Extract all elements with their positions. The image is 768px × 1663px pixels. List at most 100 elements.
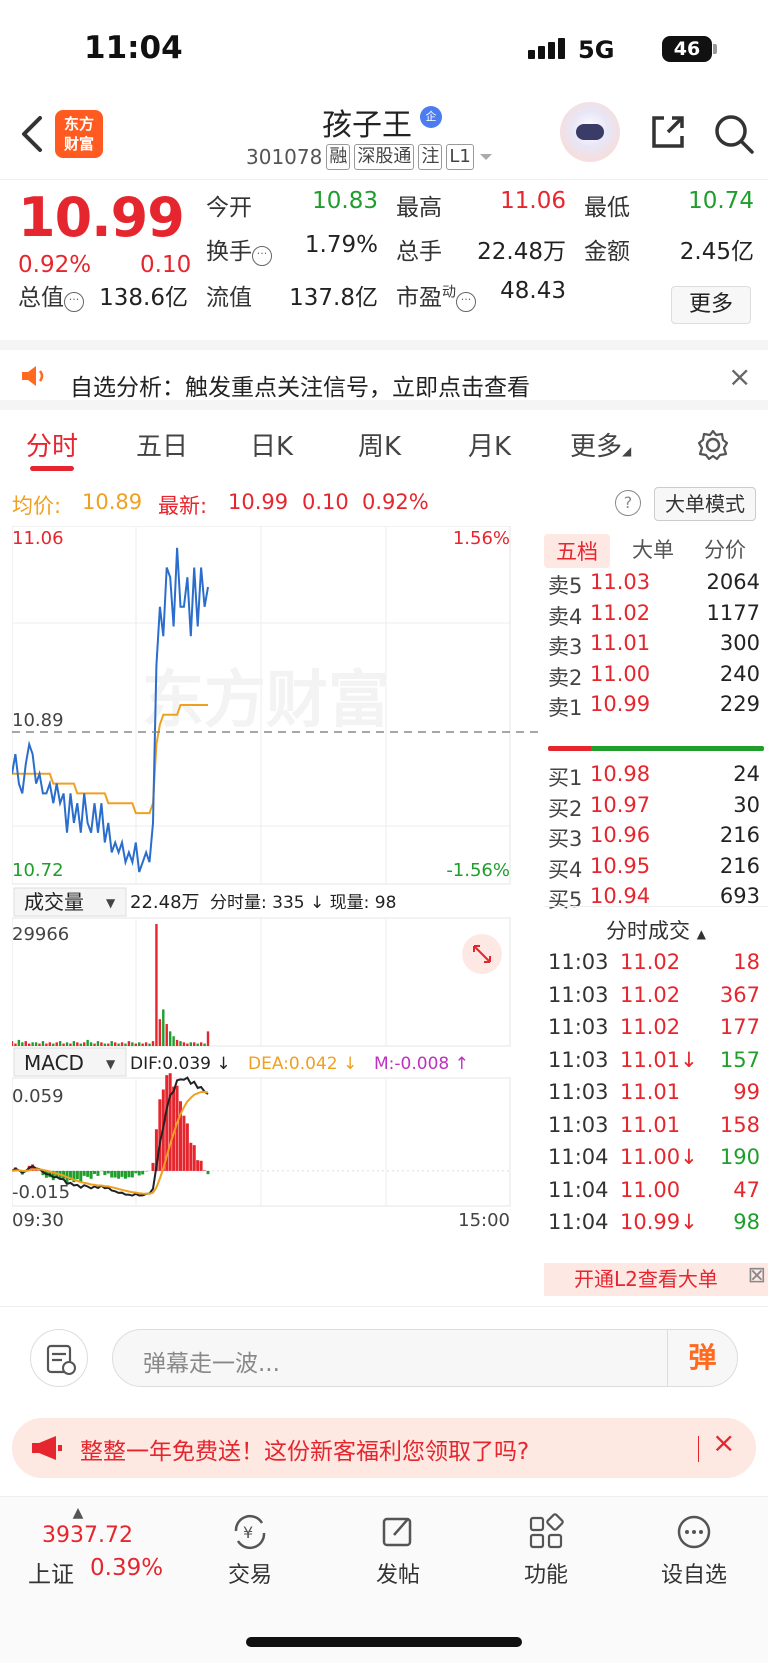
turnover-label: 换手 ···: [206, 232, 272, 266]
megaphone-icon: [32, 1436, 62, 1460]
tab-monthly-k[interactable]: 月K: [468, 426, 511, 463]
volume-bar: [162, 1009, 165, 1046]
settings-gear-icon[interactable]: [696, 428, 730, 462]
volume-bar: [24, 1041, 27, 1046]
volume-bar: [14, 1043, 17, 1046]
quote-panel: 10.99 0.92% 0.10 今开 10.83 最高 11.06 最低 10…: [0, 182, 768, 336]
bid-row[interactable]: 买2 10.97 30: [544, 793, 768, 825]
volume-bar: [72, 1041, 76, 1046]
close-icon[interactable]: ×: [728, 360, 751, 393]
macd-bar: [82, 1170, 86, 1176]
tick-price: 11.02: [620, 1015, 681, 1039]
volume-bar: [86, 1039, 89, 1046]
volume-bar: [189, 1042, 193, 1046]
promo-text: 整整一年免费送！这份新客福利您领取了吗?: [80, 1439, 530, 1465]
chart-canvas[interactable]: 东方财富 11.06 10.89 10.72 1.56% -1.56% 成交量 …: [10, 525, 542, 1306]
macd-bar: [93, 1170, 97, 1174]
tick-volume: 47: [733, 1177, 760, 1202]
order-book: 五档 大单 分价 卖5 11.03 2064 卖4 11.02 1177 卖3 11.01 30…: [544, 526, 768, 1296]
svg-text:¥: ¥: [243, 1523, 253, 1542]
volume-bar: [175, 1039, 179, 1046]
nav-functions[interactable]: 功能: [486, 1513, 606, 1589]
info-dots-icon[interactable]: ···: [64, 292, 84, 312]
bid-row[interactable]: 买4 10.95 216: [544, 854, 768, 886]
volume-bar: [21, 1042, 24, 1046]
share-icon[interactable]: [648, 112, 688, 152]
danmu-send-button[interactable]: 弹: [667, 1330, 737, 1386]
pct-axis-bottom: -1.56%: [446, 860, 510, 881]
stock-name[interactable]: 孩子王: [322, 100, 412, 144]
tick-time: 11:03: [548, 982, 609, 1007]
stock-code-row[interactable]: 301078 融 深股通 注 L1: [246, 144, 494, 170]
bid-row[interactable]: 买1 10.98 24: [544, 762, 768, 794]
nav-add-watchlist[interactable]: 设自选: [634, 1513, 754, 1589]
macd-bar: [134, 1170, 138, 1174]
change-amount: 0.10: [140, 252, 192, 278]
change-percent: 0.92%: [18, 252, 92, 278]
turnover-value: 1.79%: [304, 232, 378, 258]
help-icon[interactable]: ?: [615, 490, 641, 516]
volume-bar: [58, 1041, 62, 1046]
danmu-bar: 弹幕走一波... 弹: [0, 1306, 768, 1406]
tab-more[interactable]: 更多◢: [570, 426, 631, 463]
caret-up-icon: ▲: [696, 927, 706, 941]
info-dots-icon[interactable]: ···: [456, 292, 476, 312]
ask-row[interactable]: 卖1 10.99 229: [544, 692, 768, 724]
float-label: 流值: [206, 285, 252, 311]
level-price: 11.01: [590, 631, 651, 655]
volume-readout: 分时量: 335 ↓ 现量: 98: [210, 893, 396, 913]
nav-post[interactable]: 发帖: [338, 1513, 458, 1589]
list-icon: [46, 1344, 76, 1375]
app-logo: 东方财富: [55, 110, 103, 158]
ask-row[interactable]: 卖4 11.02 1177: [544, 601, 768, 633]
search-icon[interactable]: [712, 112, 756, 156]
alert-text: 自选分析：触发重点关注信号，立即点击查看: [70, 375, 530, 401]
tab-big-orders[interactable]: 大单: [632, 534, 674, 564]
tick-row: 11:03 11.02 18: [544, 950, 768, 982]
tab-daily-k[interactable]: 日K: [250, 426, 293, 463]
index-percent: 0.39%: [90, 1555, 164, 1581]
index-ticker[interactable]: ▲ 3937.72 上证 0.39%: [20, 1505, 163, 1588]
tab-intraday[interactable]: 分时: [26, 426, 78, 463]
more-button[interactable]: 更多: [671, 286, 751, 324]
battery-icon: 46: [662, 36, 712, 62]
close-icon[interactable]: ⊠: [748, 1259, 766, 1292]
volume-bar: [148, 1043, 151, 1046]
nav-trade[interactable]: ¥ 交易: [190, 1513, 310, 1589]
big-order-mode-button[interactable]: 大单模式: [654, 487, 756, 521]
level-label: 买2: [548, 796, 583, 821]
l2-upsell[interactable]: 开通L2查看大单 ⊠: [544, 1263, 768, 1296]
tick-price: 11.00↓: [620, 1145, 698, 1169]
ask-row[interactable]: 卖2 11.00 240: [544, 662, 768, 694]
caret-down-icon[interactable]: [478, 152, 494, 162]
bid-row[interactable]: 买5 10.94 693: [544, 884, 768, 916]
promo-banner[interactable]: 整整一年免费送！这份新客福利您领取了吗? ×: [12, 1418, 756, 1478]
tab-five-day[interactable]: 五日: [136, 426, 188, 463]
alert-banner[interactable]: 自选分析：触发重点关注信号，立即点击查看 ×: [0, 340, 768, 410]
danmu-input[interactable]: 弹幕走一波... 弹: [112, 1329, 738, 1387]
tab-price-dist[interactable]: 分价: [704, 534, 746, 564]
tick-row: 11:03 11.02 367: [544, 983, 768, 1015]
back-icon[interactable]: [18, 114, 48, 154]
ticks-title[interactable]: 分时成交 ▲: [606, 915, 706, 945]
level-price: 10.96: [590, 823, 651, 847]
close-icon[interactable]: ×: [712, 1426, 735, 1459]
assistant-robot-icon[interactable]: [560, 102, 620, 162]
ask-row[interactable]: 卖5 11.03 2064: [544, 570, 768, 602]
volume-bar: [10, 1041, 14, 1046]
volume-max-label: 29966: [12, 924, 69, 945]
volume-bar: [31, 1042, 34, 1046]
time-end: 15:00: [458, 1210, 510, 1231]
level-volume: 240: [719, 661, 760, 686]
level-volume: 216: [719, 853, 760, 878]
tab-five-levels[interactable]: 五档: [544, 534, 610, 568]
tick-price: 11.01: [620, 1080, 681, 1104]
info-dots-icon[interactable]: ···: [252, 246, 272, 266]
open-value: 10.83: [312, 188, 378, 214]
ask-row[interactable]: 卖3 11.01 300: [544, 631, 768, 663]
bid-row[interactable]: 买3 10.96 216: [544, 823, 768, 855]
intraday-chart[interactable]: 东方财富 11.06 10.89 10.72 1.56% -1.56% 成交量 …: [10, 525, 542, 1306]
danmu-settings-icon[interactable]: [30, 1329, 88, 1387]
period-tabs: 分时 五日 日K 周K 月K 更多◢: [0, 410, 768, 476]
tab-weekly-k[interactable]: 周K: [358, 426, 401, 463]
